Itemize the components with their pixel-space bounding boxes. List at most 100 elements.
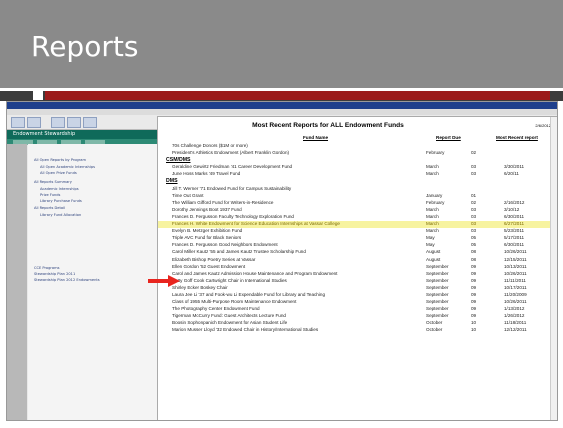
report-row: Evelyn B. Metzger Exhibition Fund March 03… [158, 228, 557, 235]
row-day: 09 [471, 284, 477, 290]
left-panel-link[interactable]: Prize Funds [40, 193, 60, 197]
row-month: September [426, 263, 449, 269]
row-month: March [426, 164, 439, 170]
app-left-panel: All Open Reports by Program All Open Aca… [28, 144, 163, 420]
row-name: Ellen Gordon '52 Guest Endowment [172, 263, 246, 269]
row-name: Frances D. Fergusson Faculty Technology … [172, 213, 294, 219]
refresh-button[interactable] [67, 117, 81, 128]
forward-button[interactable] [27, 117, 41, 128]
row-day: 03 [471, 213, 477, 219]
column-header-recent: Most Recent report [496, 135, 538, 140]
row-name: Carol and James Kautz Admission House Ma… [172, 270, 338, 276]
report-rows: 70s Challenge Donors ($1M or more) Presid… [158, 143, 557, 335]
row-last: 6/30/2011 [504, 213, 525, 219]
report-row: Shirley Ecker Boskey Chair September 09 10/… [158, 285, 557, 292]
row-last: 10/26/2011 [504, 249, 527, 255]
row-day: 09 [471, 277, 477, 283]
decorative-band-red [45, 91, 550, 100]
row-last: 11/20/2009 [504, 291, 527, 297]
report-row: Frances D. Fergusson Good Neighbors Endo… [158, 242, 557, 249]
app-sidebar [7, 144, 27, 420]
row-last: 5/17/2011 [504, 235, 525, 241]
report-row: Tigerman McCurry Fund: Guest Architects … [158, 313, 557, 320]
decorative-band-tick [33, 91, 43, 100]
report-row: Marion Musser Lloyd '32 Endowed Chair in… [158, 327, 557, 334]
report-row: Carol and James Kautz Admission House Ma… [158, 271, 557, 278]
left-panel-link[interactable]: Academic Internships [40, 187, 79, 191]
row-month: February [426, 150, 445, 156]
row-day: 03 [471, 171, 477, 177]
left-panel-link[interactable]: CCE Programs [34, 266, 59, 270]
row-last: 1/13/2012 [504, 306, 525, 312]
row-name: Evelyn B. Metzger Exhibition Fund [172, 228, 243, 234]
report-row: Triple AVC Fund for Black Seniors May 05 5/… [158, 235, 557, 242]
row-day: 09 [471, 313, 477, 319]
row-last: 10/26/2011 [504, 270, 527, 276]
row-name: Dorothy Jennings Boot 1937 Fund [172, 206, 242, 212]
row-day: 03 [471, 164, 477, 170]
row-day: 09 [471, 299, 477, 305]
report-row: Geraldine Gewirtz Friedman '41 Career De… [158, 164, 557, 171]
row-name: Tigerman McCurry Fund: Guest Architects … [172, 313, 286, 319]
row-name: CSM/DMS [166, 157, 191, 164]
report-row: Boosin Sophonpanich Endowment for Asian … [158, 320, 557, 327]
row-last: 10/17/2011 [504, 284, 527, 290]
back-button[interactable] [11, 117, 25, 128]
browser-titlebar [7, 102, 557, 109]
home-button[interactable] [83, 117, 97, 128]
report-row: Class of 1955 Multi-Purpose Room Mainten… [158, 299, 557, 306]
left-panel-link[interactable]: Library Purchase Funds [40, 199, 82, 203]
column-header-due: Report Due [436, 135, 461, 140]
row-last: 11/11/2011 [504, 277, 526, 283]
left-panel-link[interactable]: Stewardship Plan 2011 [34, 272, 75, 276]
row-name: Frances D. Fergusson Good Neighbors Endo… [172, 242, 278, 248]
row-last: 5/23/2011 [504, 228, 525, 234]
left-panel-link[interactable]: All Open Reports by Program [34, 158, 86, 162]
row-last: 6/27/2011 [504, 221, 525, 227]
report-scrollbar[interactable] [550, 117, 557, 420]
row-day: 03 [471, 206, 477, 212]
row-month: September [426, 313, 449, 319]
left-panel-link[interactable]: Stewardship Plan 2012 Endowments [34, 278, 100, 282]
row-last: 3/10/12 [504, 206, 520, 212]
left-panel-link[interactable]: Library Fund Allocation [40, 213, 81, 217]
report-row: Elizabeth Bishop Poetry Series at Vassar… [158, 257, 557, 264]
row-month: March [426, 221, 439, 227]
report-document: Most Recent Reports for ALL Endowment Fu… [157, 116, 557, 420]
report-title: Most Recent Reports for ALL Endowment Fu… [252, 122, 404, 129]
row-day: 03 [471, 228, 477, 234]
stop-button[interactable] [51, 117, 65, 128]
row-name: President's Athletics Endowment (Albert … [172, 150, 290, 156]
section-heading: DMS [158, 178, 557, 185]
report-row: June Hoss Marks '49 Travel Fund March 03 6/… [158, 171, 557, 178]
left-panel-link[interactable]: All Open Academic Internships [40, 165, 95, 169]
report-row: Carol Miller Kautz '55 and James Kautz T… [158, 249, 557, 256]
row-month: January [426, 192, 443, 198]
report-row: Dorothy Jennings Boot 1937 Fund March 03 3/… [158, 207, 557, 214]
row-name: June Hoss Marks '49 Travel Fund [172, 171, 241, 177]
row-name: Carol Miller Kautz '55 and James Kautz T… [172, 249, 306, 255]
row-day: 08 [471, 249, 477, 255]
left-panel-link[interactable]: All Reports Detail [34, 206, 65, 210]
report-row: Ellen Gordon '52 Guest Endowment Septembe… [158, 264, 557, 271]
row-month: September [426, 284, 449, 290]
row-day: 10 [471, 327, 477, 333]
left-panel-link[interactable]: All Reports Summary [34, 180, 72, 184]
row-month: September [426, 306, 449, 312]
left-panel-link[interactable]: All Open Prize Funds [40, 171, 77, 175]
row-day: 02 [471, 150, 477, 156]
row-last: 6/30/2011 [504, 242, 525, 248]
highlighted-report-row: Frances H. White Endowment for Science E… [158, 221, 557, 229]
report-row: Jill T. Werner '71 Endowed Fund for Camp… [158, 186, 557, 193]
row-name: Boosin Sophonpanich Endowment for Asian … [172, 320, 288, 326]
report-row: The Photography Center Endowment Fund Sep… [158, 306, 557, 313]
report-row: President's Athletics Endowment (Albert … [158, 150, 557, 157]
row-name: Geraldine Gewirtz Friedman '41 Career De… [172, 164, 293, 170]
row-name: The Photography Center Endowment Fund [172, 306, 260, 312]
row-last: 1/26/2012 [504, 313, 525, 319]
row-day: 10 [471, 320, 477, 326]
row-day: 09 [471, 291, 477, 297]
row-month: October [426, 327, 443, 333]
row-name: Betty Goff Cook Cartwright Chair in Inte… [172, 277, 287, 283]
report-row: 70s Challenge Donors ($1M or more) [158, 143, 557, 150]
